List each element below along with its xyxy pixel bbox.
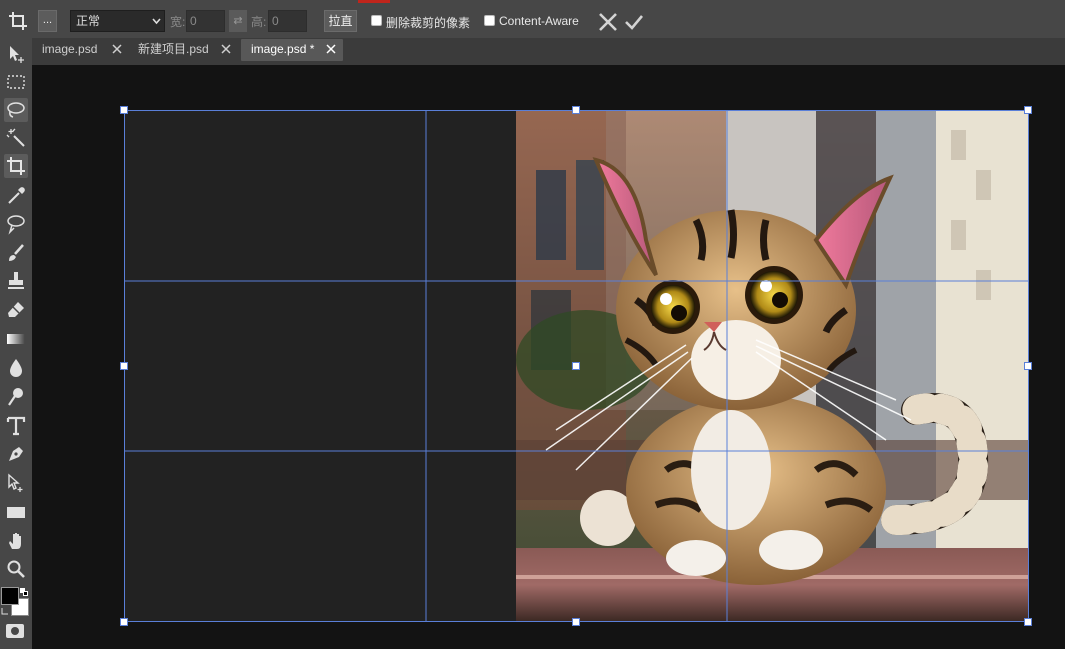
default-colors-icon[interactable] — [20, 588, 28, 596]
commit-crop-icon[interactable] — [624, 12, 644, 32]
foreground-color-swatch[interactable] — [1, 587, 19, 605]
gradient-tool-icon[interactable] — [4, 327, 28, 351]
tab-label: 新建项目.psd — [138, 42, 209, 56]
magic-wand-tool-icon[interactable] — [4, 126, 28, 150]
shape-tool-icon[interactable] — [4, 500, 28, 524]
healing-tool-icon[interactable] — [4, 212, 28, 236]
brush-tool-icon[interactable] — [4, 241, 28, 265]
cancel-crop-icon[interactable] — [598, 12, 618, 32]
close-icon[interactable] — [325, 39, 337, 61]
stamp-tool-icon[interactable] — [4, 269, 28, 293]
crop-handle-center[interactable] — [572, 362, 580, 370]
eyedropper-tool-icon[interactable] — [4, 184, 28, 208]
content-aware-checkbox[interactable] — [484, 15, 495, 26]
crop-handle-bottom-right[interactable] — [1024, 618, 1032, 626]
pen-tool-icon[interactable] — [4, 442, 28, 466]
tab-label: image.psd * — [251, 42, 315, 56]
delete-cropped-label: 删除裁剪的像素 — [386, 16, 471, 30]
cat-photo — [516, 110, 1029, 622]
move-tool-icon[interactable] — [4, 42, 28, 66]
swap-colors-icon[interactable] — [1, 606, 10, 615]
content-aware-label: Content-Aware — [499, 14, 579, 28]
photopea-app: ... 正常 宽: 0 ⇄ 高: 0 拉直 删除裁剪的像素 Content-Aw… — [0, 0, 1065, 649]
close-icon[interactable] — [220, 38, 232, 60]
crop-icon[interactable] — [8, 11, 28, 31]
quick-mask-icon[interactable] — [6, 624, 24, 638]
path-select-tool-icon[interactable] — [4, 471, 28, 495]
zoom-tool-icon[interactable] — [4, 557, 28, 581]
height-input[interactable]: 0 — [268, 10, 307, 32]
eraser-tool-icon[interactable] — [4, 298, 28, 322]
tab-image-psd[interactable]: image.psd — [32, 38, 127, 63]
lasso-tool-icon[interactable] — [4, 98, 28, 122]
close-icon[interactable] — [111, 38, 123, 60]
swap-dimensions-button[interactable]: ⇄ — [229, 10, 247, 32]
hand-tool-icon[interactable] — [4, 529, 28, 553]
tab-label: image.psd — [42, 42, 98, 56]
width-label: 宽: — [170, 15, 186, 29]
marquee-tool-icon[interactable] — [4, 70, 28, 94]
red-indicator — [358, 0, 390, 3]
more-options-button[interactable]: ... — [38, 10, 57, 32]
straighten-button[interactable]: 拉直 — [324, 10, 357, 32]
blur-tool-icon[interactable] — [4, 356, 28, 380]
ratio-select-value: 正常 — [76, 14, 101, 28]
crop-handle-left[interactable] — [120, 362, 128, 370]
dodge-tool-icon[interactable] — [4, 385, 28, 409]
height-label: 高: — [251, 15, 267, 29]
delete-cropped-checkbox[interactable] — [371, 15, 382, 26]
type-tool-icon[interactable] — [4, 414, 28, 438]
crop-handle-bottom[interactable] — [572, 618, 580, 626]
width-input[interactable]: 0 — [186, 10, 225, 32]
options-bar: ... 正常 宽: 0 ⇄ 高: 0 拉直 删除裁剪的像素 Content-Aw… — [0, 0, 1065, 38]
tab-new-project-psd[interactable]: 新建项目.psd — [128, 38, 238, 63]
crop-tool-icon[interactable] — [4, 154, 28, 178]
crop-handle-top[interactable] — [572, 106, 580, 114]
transparent-crop-extension — [124, 110, 516, 622]
document-tabs: image.psd 新建项目.psd image.psd * — [32, 38, 1065, 65]
crop-handle-top-left[interactable] — [120, 106, 128, 114]
chevron-down-icon — [152, 18, 161, 25]
crop-handle-right[interactable] — [1024, 362, 1032, 370]
ratio-select[interactable]: 正常 — [70, 10, 165, 32]
tools-panel — [0, 38, 32, 649]
tab-image-psd-modified[interactable]: image.psd * — [241, 39, 343, 61]
crop-handle-top-right[interactable] — [1024, 106, 1032, 114]
crop-handle-bottom-left[interactable] — [120, 618, 128, 626]
